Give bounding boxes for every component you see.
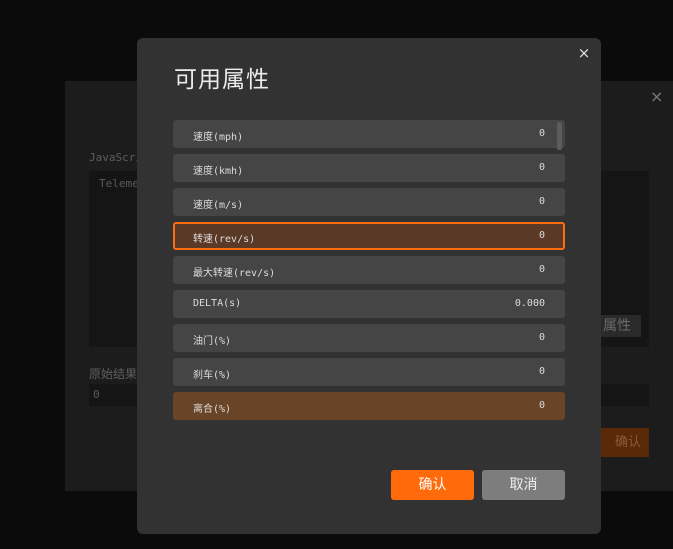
attribute-value: 0 xyxy=(538,162,545,173)
attribute-name: 离合(%) xyxy=(193,404,232,415)
modal-title: 可用属性 xyxy=(174,67,270,93)
cancel-button[interactable]: 取消 xyxy=(482,470,565,500)
attribute-name: DELTA(s) xyxy=(193,298,242,309)
attribute-name: 转速(rev/s) xyxy=(193,234,256,245)
attribute-value: 0 xyxy=(538,128,545,139)
attribute-row-delta[interactable]: DELTA(s) 0.000 xyxy=(173,290,565,318)
attribute-name: 速度(m/s) xyxy=(193,200,244,211)
attribute-row-speed-ms[interactable]: 速度(m/s) 0 xyxy=(173,188,565,216)
list-scrollbar[interactable] xyxy=(557,122,562,150)
attribute-value: 0 xyxy=(538,196,545,207)
attribute-name: 速度(mph) xyxy=(193,132,244,143)
available-attributes-modal: × 可用属性 速度(mph) 0 速度(kmh) 0 速度(m/s) 0 转速(… xyxy=(137,38,601,534)
attribute-row-clutch[interactable]: 离合(%) 0 xyxy=(173,392,565,420)
background-editor-text: Teleme xyxy=(99,177,139,190)
attribute-value: 0 xyxy=(538,332,545,343)
confirm-button[interactable]: 确认 xyxy=(391,470,474,500)
attribute-row-max-rpm[interactable]: 最大转速(rev/s) 0 xyxy=(173,256,565,284)
attribute-row-speed-kmh[interactable]: 速度(kmh) 0 xyxy=(173,154,565,182)
background-result-label: 原始结果 xyxy=(89,367,138,381)
attribute-row-brake[interactable]: 刹车(%) 0 xyxy=(173,358,565,386)
background-js-label: JavaScri xyxy=(89,151,142,164)
attribute-row-speed-mph[interactable]: 速度(mph) 0 xyxy=(173,120,565,148)
attribute-value: 0.000 xyxy=(514,298,545,309)
screen: × JavaScri Teleme 属性 原始结果 0 确认 × 可用属性 速度… xyxy=(0,0,673,549)
background-close-icon[interactable]: × xyxy=(650,87,663,106)
attribute-value: 0 xyxy=(538,264,545,275)
attribute-value: 0 xyxy=(538,230,545,241)
background-result-value: 0 xyxy=(93,388,100,401)
attribute-value: 0 xyxy=(538,400,545,411)
attribute-name: 最大转速(rev/s) xyxy=(193,268,276,279)
attribute-name: 油门(%) xyxy=(193,336,232,347)
attribute-name: 刹车(%) xyxy=(193,370,232,381)
attribute-name: 速度(kmh) xyxy=(193,166,244,177)
attribute-row-throttle[interactable]: 油门(%) 0 xyxy=(173,324,565,352)
close-icon[interactable]: × xyxy=(577,45,591,61)
attribute-row-rpm[interactable]: 转速(rev/s) 0 xyxy=(173,222,565,250)
attribute-value: 0 xyxy=(538,366,545,377)
